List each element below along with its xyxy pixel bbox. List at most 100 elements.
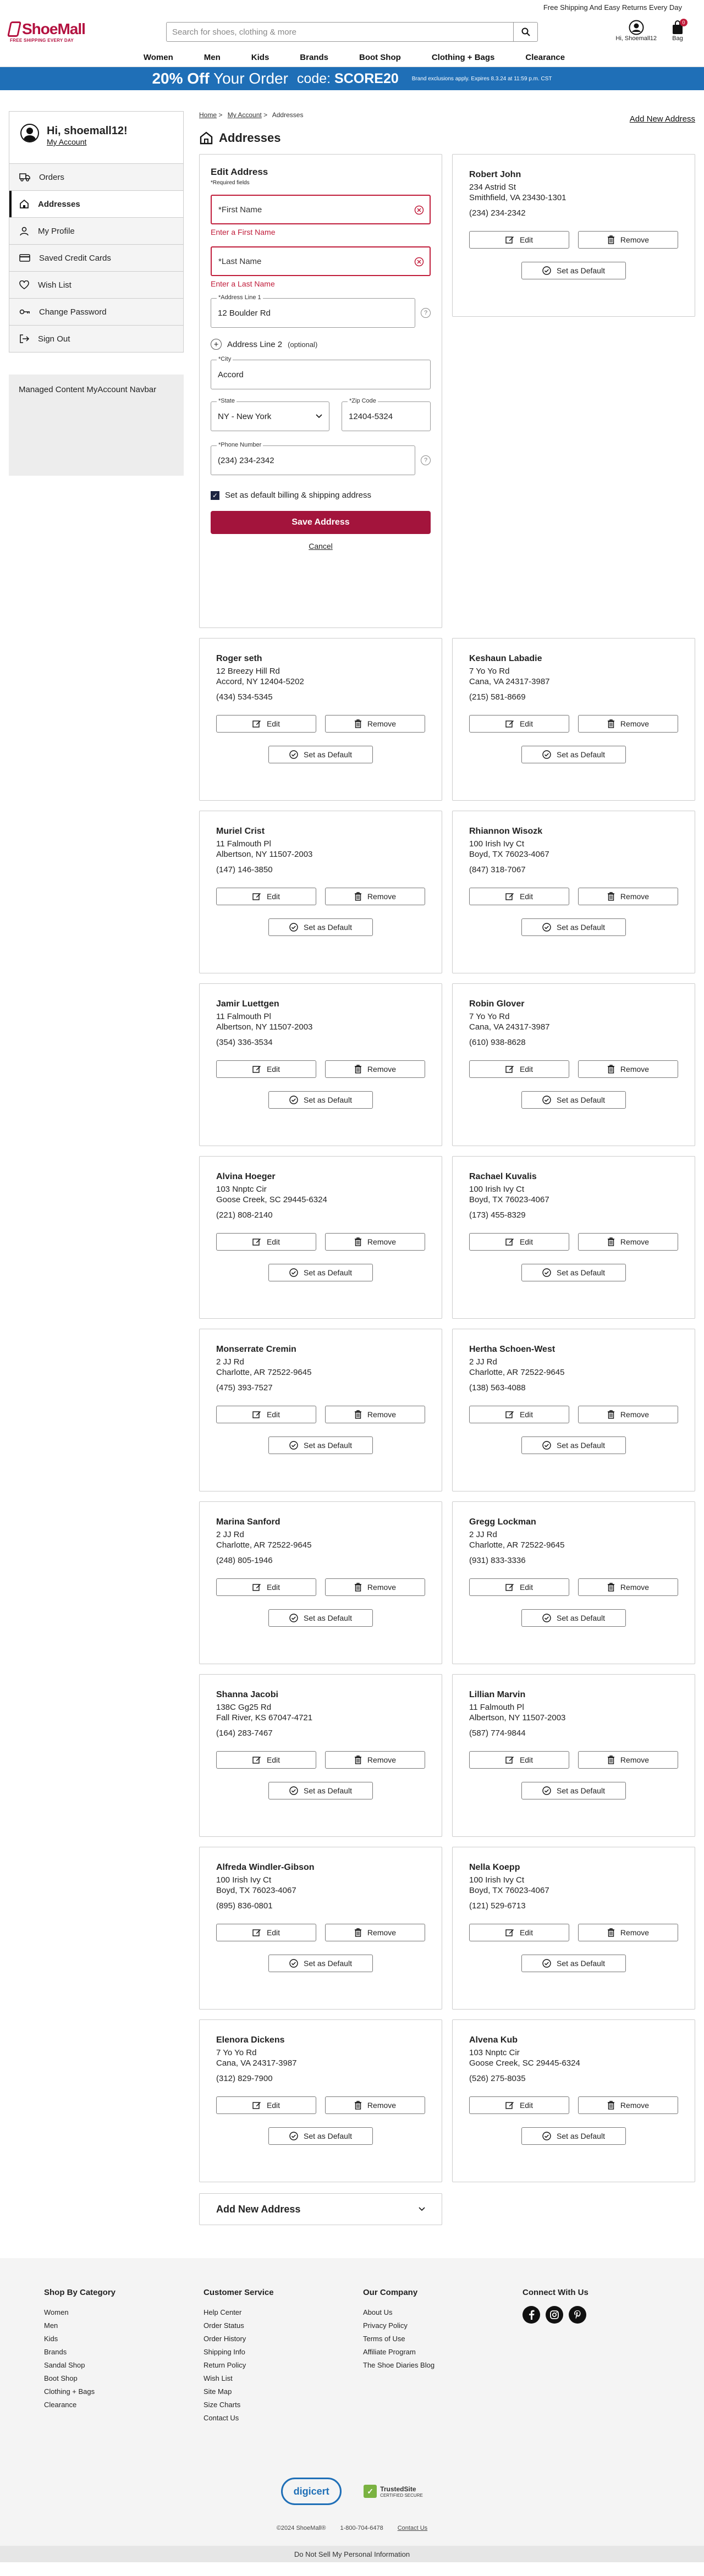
edit-button[interactable]: Edit [469, 715, 569, 733]
set-default-button[interactable]: Set as Default [268, 1955, 373, 1972]
nav-boot-shop[interactable]: Boot Shop [344, 48, 416, 67]
footer-link[interactable]: Women [44, 2306, 204, 2319]
footer-link[interactable]: Kids [44, 2332, 204, 2346]
first-name-field[interactable]: *First Name [211, 195, 431, 224]
edit-button[interactable]: Edit [469, 1233, 569, 1251]
sidebar-item-addresses[interactable]: Addresses [9, 190, 183, 217]
shoemall-logo[interactable]: ShoeMall FREE SHIPPING EVERY DAY [7, 19, 108, 43]
set-default-button[interactable]: Set as Default [521, 1609, 626, 1627]
edit-button[interactable]: Edit [216, 1060, 316, 1078]
footer-link[interactable]: Sandal Shop [44, 2359, 204, 2372]
edit-button[interactable]: Edit [216, 1751, 316, 1769]
footer-link[interactable]: About Us [363, 2306, 522, 2319]
set-default-button[interactable]: Set as Default [521, 1436, 626, 1454]
facebook-icon[interactable] [522, 2306, 540, 2324]
edit-button[interactable]: Edit [216, 1406, 316, 1423]
remove-button[interactable]: Remove [578, 231, 678, 249]
footer-contact-link[interactable]: Contact Us [398, 2525, 427, 2531]
edit-button[interactable]: Edit [216, 1578, 316, 1596]
remove-button[interactable]: Remove [325, 1406, 425, 1423]
do-not-sell-link[interactable]: Do Not Sell My Personal Information [0, 2546, 704, 2562]
remove-button[interactable]: Remove [578, 715, 678, 733]
footer-link[interactable]: Wish List [204, 2372, 363, 2385]
set-default-button[interactable]: Set as Default [268, 1609, 373, 1627]
footer-link[interactable]: Order History [204, 2332, 363, 2346]
cancel-link[interactable]: Cancel [211, 542, 431, 551]
help-icon[interactable]: ? [421, 308, 431, 318]
edit-button[interactable]: Edit [469, 1751, 569, 1769]
set-default-button[interactable]: Set as Default [521, 2127, 626, 2145]
edit-button[interactable]: Edit [469, 1924, 569, 1941]
city-field[interactable]: *City Accord [211, 356, 431, 389]
promo-banner[interactable]: 20% Off Your Order code: SCORE20 Brand e… [0, 67, 704, 90]
footer-link[interactable]: Contact Us [204, 2412, 363, 2425]
sidebar-item-orders[interactable]: Orders [9, 163, 183, 190]
add-address-line2-button[interactable]: + Address Line 2 (optional) [211, 339, 431, 350]
edit-button[interactable]: Edit [469, 1578, 569, 1596]
search-input[interactable] [167, 23, 513, 41]
set-default-button[interactable]: Set as Default [268, 746, 373, 763]
footer-link[interactable]: Clearance [44, 2398, 204, 2412]
edit-button[interactable]: Edit [216, 1924, 316, 1941]
footer-link[interactable]: Size Charts [204, 2398, 363, 2412]
set-default-button[interactable]: Set as Default [521, 1955, 626, 1972]
phone-number-field[interactable]: *Phone Number (234) 234-2342 [211, 442, 415, 475]
footer-link[interactable]: Privacy Policy [363, 2319, 522, 2332]
edit-button[interactable]: Edit [469, 2096, 569, 2114]
bag-button[interactable]: 0 Bag [671, 19, 688, 42]
footer-link[interactable]: Brands [44, 2346, 204, 2359]
footer-link[interactable]: Affiliate Program [363, 2346, 522, 2359]
help-icon[interactable]: ? [421, 455, 431, 465]
nav-clothing-bags[interactable]: Clothing + Bags [416, 48, 510, 67]
my-account-link[interactable]: My Account [47, 137, 86, 146]
breadcrumb-home[interactable]: Home [199, 111, 217, 119]
remove-button[interactable]: Remove [578, 888, 678, 905]
footer-link[interactable]: Boot Shop [44, 2372, 204, 2385]
account-menu[interactable]: Hi, Shoemall12 [615, 20, 657, 42]
remove-button[interactable]: Remove [578, 1751, 678, 1769]
footer-link[interactable]: Help Center [204, 2306, 363, 2319]
edit-button[interactable]: Edit [469, 1406, 569, 1423]
zip-code-field[interactable]: *Zip Code 12404-5324 [342, 398, 431, 431]
footer-link[interactable]: Order Status [204, 2319, 363, 2332]
set-default-button[interactable]: Set as Default [268, 1436, 373, 1454]
search-button[interactable] [513, 23, 537, 41]
state-select[interactable]: *State NY - New York [211, 398, 329, 431]
pinterest-icon[interactable] [569, 2306, 586, 2324]
nav-brands[interactable]: Brands [284, 48, 344, 67]
set-default-button[interactable]: Set as Default [521, 1782, 626, 1799]
sidebar-item-my-profile[interactable]: My Profile [9, 217, 183, 244]
edit-button[interactable]: Edit [216, 715, 316, 733]
footer-link[interactable]: Site Map [204, 2385, 363, 2398]
edit-button[interactable]: Edit [216, 888, 316, 905]
remove-button[interactable]: Remove [325, 1233, 425, 1251]
add-new-address-accordion[interactable]: Add New Address [199, 2193, 442, 2225]
remove-button[interactable]: Remove [578, 2096, 678, 2114]
set-default-button[interactable]: Set as Default [268, 1782, 373, 1799]
sidebar-item-change-password[interactable]: Change Password [9, 298, 183, 325]
set-default-button[interactable]: Set as Default [521, 1091, 626, 1109]
save-address-button[interactable]: Save Address [211, 511, 431, 534]
set-default-button[interactable]: Set as Default [268, 1264, 373, 1281]
set-default-button[interactable]: Set as Default [521, 918, 626, 936]
nav-men[interactable]: Men [189, 48, 236, 67]
remove-button[interactable]: Remove [325, 1060, 425, 1078]
remove-button[interactable]: Remove [325, 715, 425, 733]
edit-button[interactable]: Edit [469, 231, 569, 249]
footer-link[interactable]: Return Policy [204, 2359, 363, 2372]
set-default-button[interactable]: Set as Default [521, 746, 626, 763]
remove-button[interactable]: Remove [325, 888, 425, 905]
nav-kids[interactable]: Kids [236, 48, 285, 67]
add-new-address-link[interactable]: Add New Address [630, 114, 695, 124]
remove-button[interactable]: Remove [578, 1233, 678, 1251]
address-line1-field[interactable]: *Address Line 1 12 Boulder Rd [211, 294, 415, 328]
remove-button[interactable]: Remove [578, 1924, 678, 1941]
edit-button[interactable]: Edit [469, 888, 569, 905]
remove-button[interactable]: Remove [578, 1406, 678, 1423]
nav-women[interactable]: Women [124, 48, 189, 67]
trustedsite-seal[interactable]: ✓ TrustedSite CERTIFIED SECURE [364, 2485, 423, 2498]
set-default-button[interactable]: Set as Default [268, 1091, 373, 1109]
set-default-button[interactable]: Set as Default [521, 262, 626, 279]
set-default-button[interactable]: Set as Default [521, 1264, 626, 1281]
edit-button[interactable]: Edit [216, 1233, 316, 1251]
